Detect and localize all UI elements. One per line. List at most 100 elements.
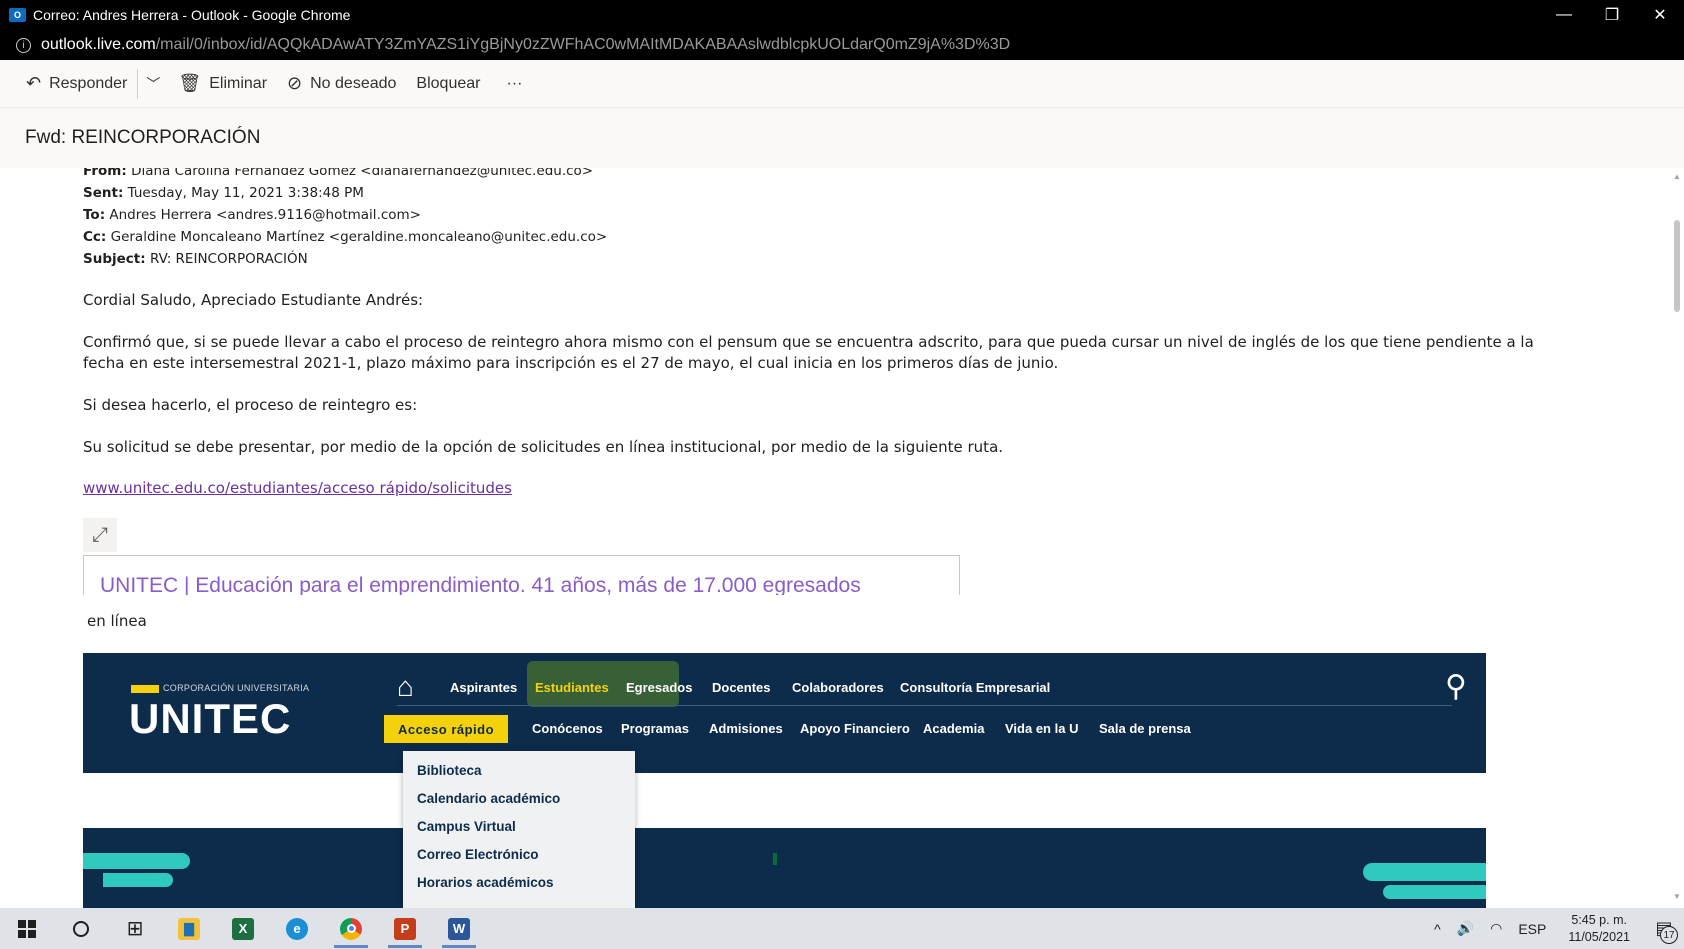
edge-icon: e (286, 917, 308, 940)
message-scrollbar[interactable]: ▲ ▼ (1670, 168, 1684, 908)
dropdown-horarios: Horarios académicos (417, 875, 554, 890)
nav-estudiantes: Estudiantes (535, 680, 609, 695)
to-line: To: Andres Herrera <andres.9116@hotmail.… (83, 204, 421, 226)
clock-date: 11/05/2021 (1568, 929, 1630, 944)
file-explorer-button[interactable]: ▇ (162, 908, 216, 949)
unitec-logo-subtitle: CORPORACIÓN UNIVERSITARIA (163, 683, 310, 693)
paragraph-3: Su solicitud se debe presentar, por medi… (83, 438, 1004, 456)
chrome-button[interactable] (324, 908, 378, 949)
system-tray: ^ 🔊 ◠ ESP 5:45 p. m. 11/05/2021 ▤ 17 (1426, 908, 1684, 949)
powerpoint-icon: P (394, 917, 416, 940)
folder-icon: ▇ (178, 917, 200, 940)
chevron-down-icon: ﹀ (146, 75, 161, 92)
banner-mark (773, 853, 777, 865)
delete-label: Eliminar (209, 74, 268, 92)
from-value: Diana Carolina Fernández Gómez <dianafer… (131, 168, 594, 179)
delete-button[interactable]: 🗑 Eliminar (168, 60, 277, 107)
scroll-up-icon[interactable]: ▲ (1673, 172, 1681, 181)
language-indicator[interactable]: ESP (1510, 921, 1554, 937)
scroll-thumb[interactable] (1674, 220, 1680, 312)
word-icon: W (448, 917, 470, 940)
reply-options-button[interactable]: ﹀ (138, 60, 168, 107)
subnav-admisiones: Admisiones (709, 721, 783, 736)
to-key: To: (83, 207, 106, 223)
more-icon: ··· (506, 74, 523, 92)
greeting: Cordial Saludo, Apreciado Estudiante And… (83, 291, 424, 309)
expand-icon: ⤢ (92, 523, 108, 546)
dropdown-biblioteca: Biblioteca (417, 763, 482, 778)
clock[interactable]: 5:45 p. m. 11/05/2021 (1554, 912, 1644, 946)
task-view-button[interactable]: ⊞ (108, 908, 162, 949)
powerpoint-button[interactable]: P (378, 908, 432, 949)
sent-line: Sent: Tuesday, May 11, 2021 3:38:48 PM (83, 182, 364, 204)
unitec-embedded-image: CORPORACIÓN UNIVERSITARIA UNITEC ⌂ Aspir… (83, 653, 1486, 908)
wifi-icon[interactable]: ◠ (1482, 920, 1510, 937)
subnav-programas: Programas (621, 721, 689, 736)
close-button[interactable]: ✕ (1636, 0, 1684, 30)
restore-button[interactable]: ❐ (1588, 0, 1636, 30)
reply-button[interactable]: ↶ Responder (0, 60, 137, 107)
subject-value: RV: REINCORPORACIÓN (149, 251, 308, 267)
cc-line: Cc: Geraldine Moncaleano Martínez <geral… (83, 226, 607, 248)
nav-docentes: Docentes (712, 680, 771, 695)
chrome-icon (340, 917, 362, 940)
cc-value: Geraldine Moncaleano Martínez <geraldine… (110, 229, 608, 245)
unitec-logo-accent (131, 685, 159, 693)
subnav-apoyo: Apoyo Financiero (800, 721, 910, 736)
edge-button[interactable]: e (270, 908, 324, 949)
word-button[interactable]: W (432, 908, 486, 949)
from-key: From: (83, 168, 127, 179)
windows-logo-icon (18, 919, 36, 938)
more-actions-button[interactable]: ··· (490, 60, 532, 107)
paragraph-1: Confirmó que, si se puede llevar a cabo … (83, 333, 1534, 372)
excel-icon: X (232, 917, 254, 940)
cortana-icon (73, 920, 89, 937)
excel-button[interactable]: X (216, 908, 270, 949)
nav-consultoria: Consultoría Empresarial (900, 680, 1051, 695)
cc-key: Cc: (83, 229, 107, 245)
expand-preview-button[interactable]: ⤢ (83, 518, 117, 552)
solicitudes-link[interactable]: www.unitec.edu.co/estudiantes/acceso ráp… (83, 479, 512, 497)
unitec-logo: UNITEC (129, 695, 292, 742)
paragraph-2: Si desea hacerlo, el proceso de reintegr… (83, 396, 418, 414)
subnav-conocenos: Conócenos (532, 721, 603, 736)
to-value: Andres Herrera <andres.9116@hotmail.com> (109, 207, 421, 223)
message-body[interactable]: From: Diana Carolina Fernández Gómez <di… (0, 168, 1684, 908)
banner-shape (83, 853, 190, 869)
block-circle-icon: ⊘ (287, 73, 303, 93)
url-path: /mail/0/inbox/id/AQQkADAwATY3ZmYAZS1iYgB… (155, 36, 1011, 53)
address-bar[interactable]: i outlook.live.com/mail/0/inbox/id/AQQkA… (0, 30, 1684, 60)
block-button[interactable]: Bloquear (406, 60, 490, 107)
banner-shape (103, 873, 173, 887)
junk-label: No deseado (310, 74, 397, 92)
url-host: outlook.live.com (41, 36, 156, 53)
unitec-nav-bar: CORPORACIÓN UNIVERSITARIA UNITEC ⌂ Aspir… (83, 653, 1486, 773)
banner-shape (1363, 863, 1486, 881)
browser-title-bar: O Correo: Andres Herrera - Outlook - Goo… (0, 0, 1684, 30)
block-label: Bloquear (416, 74, 481, 92)
subject-key: Subject: (83, 251, 146, 267)
minimize-button[interactable]: — (1540, 0, 1588, 30)
window-title: Correo: Andres Herrera - Outlook - Googl… (33, 7, 351, 23)
search-icon: ⚲ (1445, 670, 1467, 703)
dropdown-correo: Correo Electrónico (417, 847, 539, 862)
show-hidden-icons-chevron-icon[interactable]: ^ (1426, 921, 1449, 937)
scroll-down-icon[interactable]: ▼ (1673, 892, 1681, 901)
search-button[interactable] (54, 908, 108, 949)
quick-access-dropdown: Biblioteca Calendario académico Campus V… (403, 751, 635, 908)
link-preview-card[interactable]: UNITEC | Educación para el emprendimient… (83, 555, 960, 595)
notification-center-button[interactable]: ▤ 17 (1644, 908, 1684, 949)
clock-time: 5:45 p. m. (1571, 912, 1627, 927)
quick-access-button: Acceso rápido (384, 715, 508, 743)
sent-value: Tuesday, May 11, 2021 3:38:48 PM (127, 185, 364, 201)
subnav-sala-prensa: Sala de prensa (1099, 721, 1191, 736)
site-info-icon[interactable]: i (16, 37, 31, 53)
reply-label: Responder (49, 74, 128, 92)
junk-button[interactable]: ⊘ No deseado (277, 60, 406, 107)
task-view-icon: ⊞ (126, 918, 144, 940)
volume-icon[interactable]: 🔊 (1449, 920, 1482, 937)
start-button[interactable] (0, 908, 54, 949)
nav-aspirantes: Aspirantes (450, 680, 518, 695)
from-line: From: Diana Carolina Fernández Gómez <di… (83, 168, 593, 182)
dropdown-campus: Campus Virtual (417, 819, 516, 834)
